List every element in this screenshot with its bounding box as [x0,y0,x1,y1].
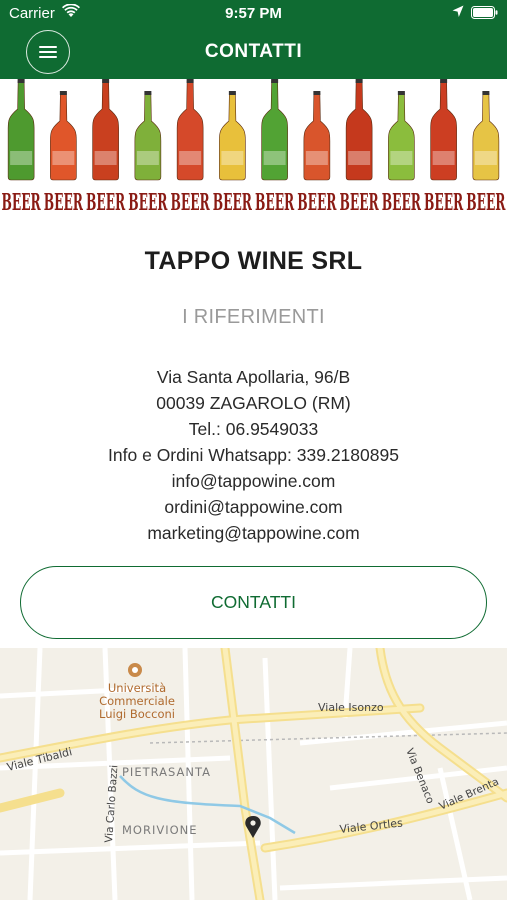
status-bar: Carrier 9:57 PM [0,0,507,28]
beer-bottle [430,79,457,181]
beer-word: BEER [128,189,168,215]
beer-bottle [134,91,162,181]
map-label-viale-ortles: Viale Ortles [339,816,404,836]
beer-bottle [7,79,35,181]
email-info-link[interactable]: info@tappowine.com [0,468,507,494]
email-marketing-link[interactable]: marketing@tappowine.com [0,520,507,546]
beer-word: BEER [213,189,253,215]
beer-bottle [261,79,288,181]
map-label-via-carlo-bazzi: Via Carlo Bazzi [103,765,120,844]
phone-link[interactable]: Tel.: 06.9549033 [0,416,507,442]
contact-info: Via Santa Apollaria, 96/B 00039 ZAGAROLO… [0,364,507,546]
map-view[interactable]: Università Commerciale Luigi Bocconi Via… [0,648,507,900]
map-label-university-1: Università [108,681,166,695]
beer-word: BEER [86,189,126,215]
beer-bottle [388,91,415,181]
whatsapp-link[interactable]: Info e Ordini Whatsapp: 339.2180895 [0,442,507,468]
beer-bottle [92,79,119,181]
beer-word: BEER [466,189,506,215]
map-label-viale-isonzo: Viale Isonzo [318,701,384,714]
map-label-morivione: MORIVIONE [122,823,198,837]
map-label-pietrasanta: PIETRASANTA [122,765,211,779]
beer-word: BEER [255,189,295,215]
beer-word: BEER [382,189,422,215]
university-icon [128,663,142,677]
beer-bottle [219,91,246,181]
address-city: 00039 ZAGAROLO (RM) [156,393,351,413]
clock: 9:57 PM [225,5,282,22]
top-bar: Carrier 9:57 PM CONTATTI [0,0,507,79]
map-label-university-2: Commerciale [99,694,175,708]
beer-banner-image: BEER BEER BEER BEER BEER BEER BEER BEER BEER BEER… [0,79,507,215]
beer-bottle [303,91,331,181]
beer-bottle [345,79,373,181]
beer-word: BEER [297,189,337,215]
battery-icon [471,6,498,19]
company-name: TAPPO WINE SRL [144,247,363,275]
beer-word: BEER [424,189,464,215]
address-street: Via Santa Apollaria, 96/B [156,367,351,387]
nav-bar: CONTATTI [0,28,507,79]
section-subtitle: I RIFERIMENTI [182,306,325,328]
beer-word: BEER [2,189,42,215]
map-label-university-3: Luigi Bocconi [99,707,175,721]
contatti-button[interactable]: CONTATTI [20,566,487,639]
beer-word: BEER [171,189,211,215]
beer-word: BEER [340,189,380,215]
beer-bottle [176,79,204,181]
page-title: CONTATTI [204,41,303,62]
contatti-button-label: CONTATTI [211,592,296,612]
email-orders-link[interactable]: ordini@tappowine.com [0,494,507,520]
beer-bottle [50,91,77,181]
beer-bottle [472,91,500,181]
location-arrow-icon [452,5,464,17]
beer-word: BEER [44,189,84,215]
